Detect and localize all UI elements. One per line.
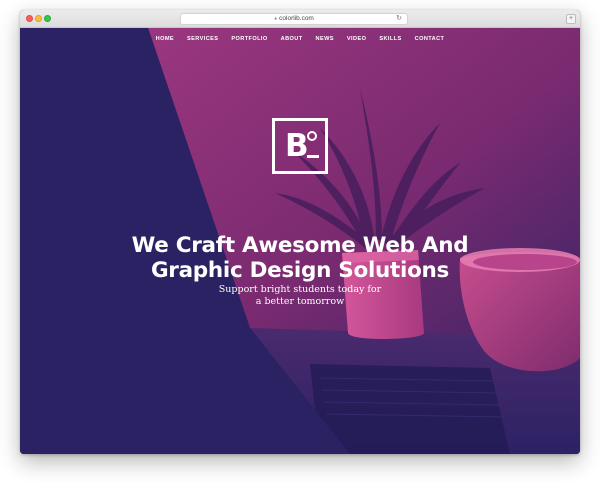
logo-circle <box>307 131 317 141</box>
nav-services[interactable]: SERVICES <box>187 36 218 42</box>
nav-home[interactable]: HOME <box>156 36 174 42</box>
reload-icon[interactable]: ↻ <box>396 14 402 24</box>
minimize-window-button[interactable] <box>35 15 42 22</box>
nav-portfolio[interactable]: PORTFOLIO <box>231 36 267 42</box>
hero-headline: We Craft Awesome Web And Graphic Design … <box>100 233 500 283</box>
nav-video[interactable]: VIDEO <box>347 36 366 42</box>
bo-logo-icon[interactable]: B <box>272 118 328 174</box>
address-text: ● colorlib.com <box>181 14 407 24</box>
nav-contact[interactable]: CONTACT <box>415 36 445 42</box>
main-navigation: HOME SERVICES PORTFOLIO ABOUT NEWS VIDEO… <box>20 28 580 50</box>
logo-letter: B <box>285 128 309 164</box>
address-bar[interactable]: ● colorlib.com ↻ <box>180 13 408 25</box>
headline-line-1: We Craft Awesome Web And <box>131 233 469 258</box>
nav-news[interactable]: NEWS <box>316 36 334 42</box>
maximize-window-button[interactable] <box>44 15 51 22</box>
hero-subheadline: Support bright students today for a bett… <box>200 284 400 308</box>
url-label: colorlib.com <box>279 15 314 22</box>
browser-window: ● colorlib.com ↻ + HOME SERVICES PORTFOL… <box>20 10 580 454</box>
browser-toolbar: ● colorlib.com ↻ + <box>20 10 580 28</box>
nav-skills[interactable]: SKILLS <box>379 36 401 42</box>
lock-icon: ● <box>274 16 278 22</box>
close-window-button[interactable] <box>26 15 33 22</box>
new-tab-button[interactable]: + <box>566 14 576 24</box>
headline-line-2: Graphic Design Solutions <box>150 258 450 283</box>
hero-section: HOME SERVICES PORTFOLIO ABOUT NEWS VIDEO… <box>20 28 580 454</box>
subheadline-line-2: a better tomorrow <box>255 296 345 307</box>
subheadline-line-1: Support bright students today for <box>218 284 382 295</box>
logo-underline <box>307 155 319 158</box>
nav-about[interactable]: ABOUT <box>281 36 303 42</box>
